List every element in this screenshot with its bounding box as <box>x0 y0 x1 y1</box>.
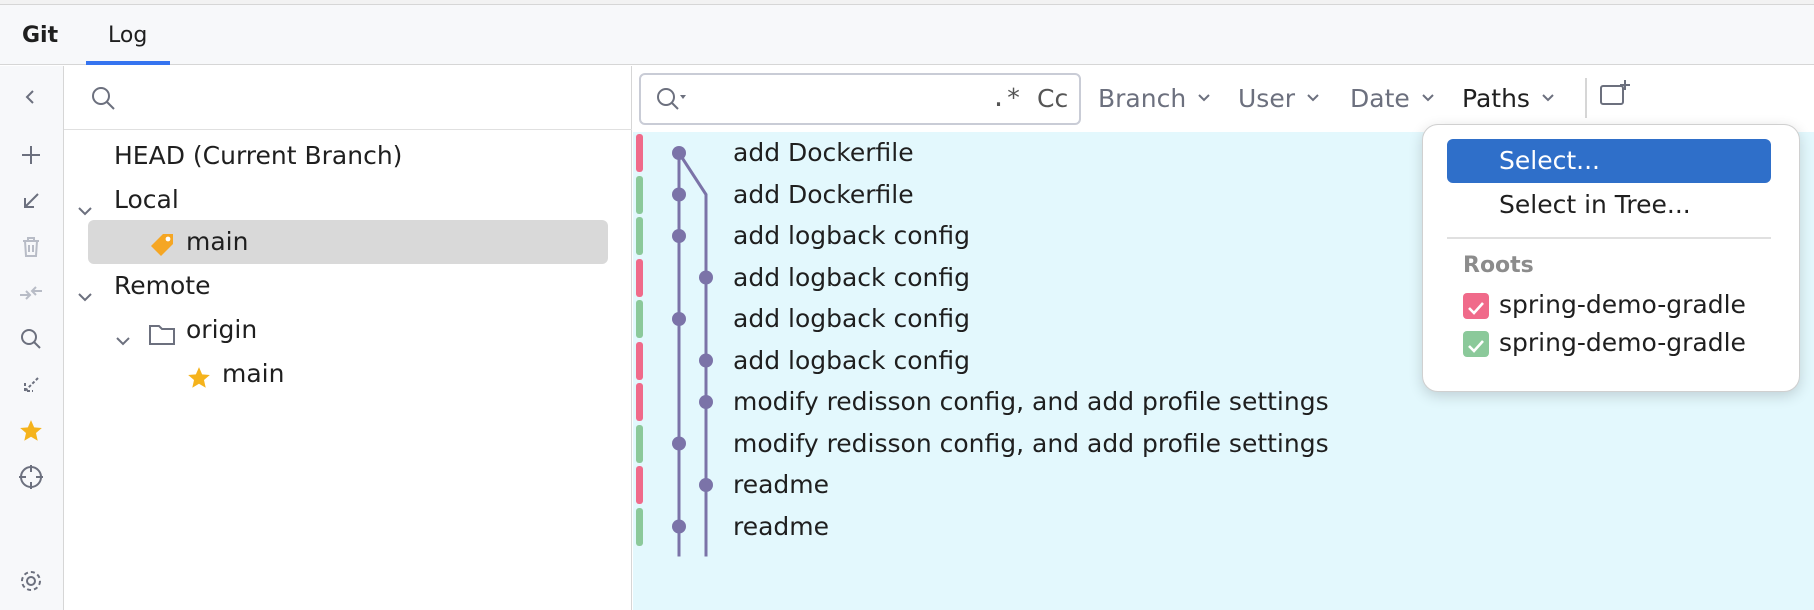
branches-panel: HEAD (Current Branch) Local main Remote … <box>64 66 632 610</box>
root-label: spring-demo-gradle <box>1499 328 1746 357</box>
roots-heading: Roots <box>1463 253 1534 278</box>
checkout-arrow-icon[interactable] <box>14 184 48 218</box>
paths-filter[interactable]: Paths <box>1462 80 1556 116</box>
tree-item-local-main[interactable]: main <box>64 220 632 264</box>
tree-group-origin[interactable]: origin <box>64 308 632 352</box>
compare-icon[interactable] <box>14 276 48 310</box>
regex-toggle[interactable]: .* <box>991 83 1021 112</box>
graph-lane-line <box>677 152 708 557</box>
collapse-icon[interactable] <box>14 80 48 114</box>
commit-graph <box>672 146 713 557</box>
chevron-down-icon <box>1307 94 1319 102</box>
toolbar-vertical <box>0 66 64 610</box>
root-color-bar <box>636 175 643 214</box>
user-filter[interactable]: User <box>1238 80 1321 116</box>
tab-log[interactable]: Log <box>86 5 170 65</box>
commit-node <box>672 312 686 326</box>
tab-log-label: Log <box>108 23 148 48</box>
root-color-bar <box>636 507 643 546</box>
tree-group-label: origin <box>186 315 258 344</box>
branch-filter-label: Branch <box>1098 83 1187 113</box>
commit-node <box>699 270 713 285</box>
checkbox-checked-icon[interactable] <box>1463 331 1489 357</box>
chevron-down-icon <box>1422 94 1434 102</box>
branch-search-field[interactable] <box>64 66 632 130</box>
search-history-icon[interactable] <box>655 86 689 116</box>
filter-separator <box>1585 78 1587 118</box>
tree-item-head[interactable]: HEAD (Current Branch) <box>64 134 632 178</box>
text-filter-field[interactable]: .* Cc <box>639 73 1081 125</box>
user-filter-label: User <box>1238 83 1295 113</box>
paths-filter-label: Paths <box>1462 83 1530 113</box>
checkbox-checked-icon[interactable] <box>1463 293 1489 319</box>
root-color-bar <box>636 300 643 338</box>
root-color-bar <box>636 341 643 380</box>
match-case-toggle[interactable]: Cc <box>1037 84 1068 113</box>
locate-icon[interactable] <box>14 460 48 494</box>
commit-node <box>672 146 686 160</box>
new-tab-icon[interactable] <box>1599 78 1633 114</box>
filter-bar: .* Cc Branch User Date Paths <box>633 66 1814 130</box>
tree-item-label: main <box>222 359 285 388</box>
tree-group-label: Local <box>114 185 179 214</box>
root-label: spring-demo-gradle <box>1499 290 1746 319</box>
root-color-bar <box>636 383 643 421</box>
commit-node <box>699 395 713 409</box>
fetch-icon[interactable] <box>14 368 48 402</box>
star-icon <box>186 361 212 405</box>
root-color-bar <box>636 217 643 255</box>
chevron-down-icon <box>1542 94 1554 102</box>
search-icon <box>90 85 116 115</box>
root-color-bar <box>636 258 643 297</box>
tool-window-header: Git Log <box>0 5 1814 65</box>
paths-popup: Select... Select in Tree... Roots spring… <box>1422 124 1800 392</box>
delete-icon[interactable] <box>14 230 48 264</box>
add-icon[interactable] <box>14 138 48 172</box>
menu-item-select[interactable]: Select... <box>1447 139 1771 183</box>
tool-window-title: Git <box>22 23 59 48</box>
commit-node <box>672 519 686 534</box>
commit-message[interactable]: readme <box>733 503 829 551</box>
search-icon[interactable] <box>14 322 48 356</box>
commit-node <box>672 187 686 202</box>
tree-item-label: HEAD (Current Branch) <box>114 141 403 170</box>
tree-item-origin-main[interactable]: main <box>64 352 632 396</box>
date-filter-label: Date <box>1350 83 1410 113</box>
root-color-bar <box>636 424 643 463</box>
star-icon[interactable] <box>14 414 48 448</box>
tree-group-remote[interactable]: Remote <box>64 264 632 308</box>
commit-node <box>699 478 713 492</box>
menu-separator <box>1447 237 1771 239</box>
branch-filter[interactable]: Branch <box>1098 80 1212 116</box>
tree-item-label: main <box>186 227 249 256</box>
commit-node <box>672 436 686 451</box>
root-color-bar <box>636 134 643 172</box>
tree-group-label: Remote <box>114 271 211 300</box>
root-color-bar <box>636 466 643 504</box>
menu-item-select-in-tree[interactable]: Select in Tree... <box>1447 183 1771 227</box>
tab-active-indicator <box>86 61 170 65</box>
gear-icon[interactable] <box>14 564 48 598</box>
commit-node <box>672 229 686 243</box>
chevron-down-icon <box>1198 94 1210 102</box>
tree-group-local[interactable]: Local <box>64 178 632 222</box>
commit-node <box>699 353 713 368</box>
date-filter[interactable]: Date <box>1350 80 1436 116</box>
